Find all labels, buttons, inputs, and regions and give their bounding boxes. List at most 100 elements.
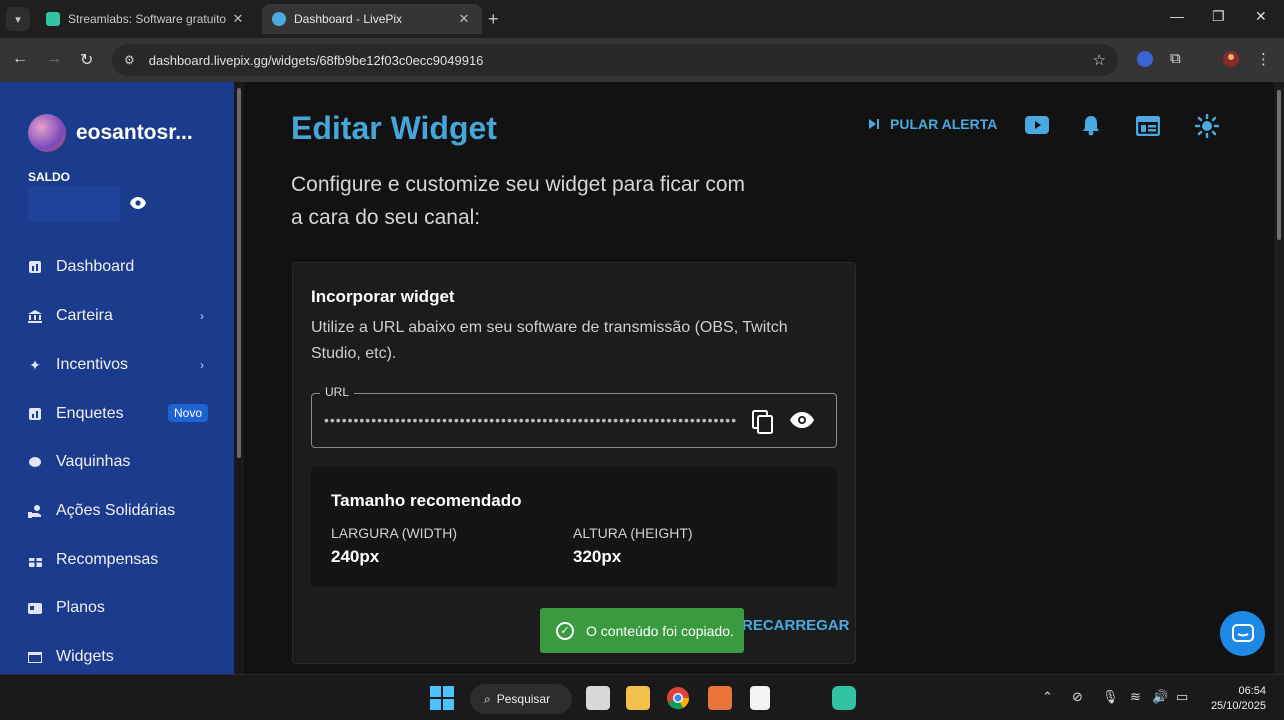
- show-url-eye-icon[interactable]: [790, 412, 814, 433]
- forward-icon[interactable]: →: [46, 50, 62, 68]
- extension-icon[interactable]: [1136, 50, 1156, 70]
- theme-sun-icon[interactable]: [1195, 114, 1219, 138]
- chevron-right-icon: ›: [200, 309, 204, 323]
- gift-icon: [28, 553, 42, 567]
- recommended-size-title: Tamanho recomendado: [331, 491, 522, 510]
- page-title: Editar Widget: [291, 110, 497, 146]
- microphone-icon[interactable]: 🎙: [1102, 689, 1119, 705]
- poll-icon: [28, 407, 42, 421]
- sidebar-item-label: Recompensas: [56, 551, 159, 568]
- sidebar-item-planos[interactable]: Planos: [28, 594, 208, 622]
- card-title: Incorporar widget: [311, 287, 455, 306]
- minimize-icon[interactable]: —: [1170, 8, 1184, 24]
- show-balance-eye-icon[interactable]: [130, 196, 146, 214]
- file-icon[interactable]: [586, 686, 610, 710]
- copied-toast: ✓ O conteúdo foi copiado.: [540, 608, 744, 653]
- sparkle-icon: ✦: [29, 356, 41, 373]
- sidebar-item-label: Carteira: [56, 307, 113, 324]
- tab-title: Streamlabs: Software gratuito d: [68, 12, 230, 26]
- search-icon: ⌕: [484, 691, 491, 706]
- volume-icon[interactable]: 🔊: [1152, 689, 1168, 705]
- profile[interactable]: eosantosr...: [28, 114, 193, 152]
- time: 06:54: [1238, 685, 1266, 697]
- sidebar-item-acoes-solidarias[interactable]: Ações Solidárias: [28, 497, 208, 525]
- sidebar-item-widgets[interactable]: Widgets: [28, 643, 208, 671]
- sidebar-item-carteira[interactable]: Carteira ›: [28, 302, 208, 330]
- height-column: ALTURA (HEIGHT) 320px: [573, 525, 693, 567]
- back-icon[interactable]: ←: [12, 50, 28, 68]
- layout-icon[interactable]: [1136, 116, 1160, 136]
- tab-livepix[interactable]: Dashboard - LivePix ✕: [262, 4, 482, 34]
- screen: ▾ Streamlabs: Software gratuito d ✕ Dash…: [0, 0, 1284, 720]
- sidebar-item-dashboard[interactable]: Dashboard: [28, 253, 208, 281]
- main-content: Editar Widget Configure e customize seu …: [244, 82, 1274, 674]
- browser-menu-icon[interactable]: ⋮: [1256, 50, 1276, 70]
- sidebar-item-recompensas[interactable]: Recompensas: [28, 546, 208, 574]
- app-icon[interactable]: [708, 686, 732, 710]
- saldo-label: SALDO: [28, 170, 70, 184]
- browser-tab-bar: ▾ Streamlabs: Software gratuito d ✕ Dash…: [0, 0, 1284, 38]
- tab-streamlabs[interactable]: Streamlabs: Software gratuito d ✕: [36, 4, 256, 34]
- battery-icon[interactable]: ▭: [1176, 689, 1188, 705]
- close-window-icon[interactable]: ✕: [1255, 8, 1267, 25]
- chrome-icon[interactable]: [666, 686, 690, 710]
- height-label: ALTURA (HEIGHT): [573, 525, 693, 541]
- sidebar-item-incentivos[interactable]: ✦ Incentivos ›: [28, 351, 208, 379]
- new-tab-icon[interactable]: +: [488, 9, 499, 30]
- clock[interactable]: 06:54 25/10/2025: [1204, 684, 1266, 714]
- sidebar-item-label: Incentivos: [56, 356, 129, 373]
- reload-button[interactable]: RECARREGAR: [742, 617, 850, 634]
- recommended-size-panel: Tamanho recomendado LARGURA (WIDTH) 240p…: [311, 467, 837, 587]
- url-field-label: URL: [320, 385, 355, 399]
- date: 25/10/2025: [1210, 700, 1266, 712]
- copy-icon[interactable]: [752, 410, 774, 439]
- reload-icon[interactable]: ↻: [80, 50, 93, 70]
- tray-overflow-icon[interactable]: ⌃: [1042, 689, 1053, 705]
- width-column: LARGURA (WIDTH) 240px: [331, 525, 457, 567]
- bookmark-star-icon[interactable]: ☆: [1093, 51, 1106, 69]
- restore-icon[interactable]: ❐: [1212, 8, 1225, 25]
- close-tab-icon[interactable]: ✕: [230, 11, 246, 27]
- skip-next-icon: [869, 119, 879, 129]
- wifi-icon[interactable]: ≋: [1130, 689, 1141, 705]
- search-label: Pesquisar: [496, 692, 551, 706]
- avatar: [28, 114, 66, 152]
- check-circle-icon: ✓: [556, 621, 574, 640]
- sidebar: eosantosr... SALDO Dashboard Carteira › …: [0, 82, 234, 674]
- card-description: Utilize a URL abaixo em seu software de …: [311, 319, 788, 362]
- card-icon: [28, 601, 42, 615]
- skip-alert-button[interactable]: PULAR ALERTA: [868, 116, 997, 132]
- piggy-icon: [28, 455, 42, 469]
- masked-url-value: ••••••••••••••••••••••••••••••••••••••••…: [324, 412, 736, 428]
- skip-alert-label: PULAR ALERTA: [890, 116, 998, 132]
- sidebar-item-label: Planos: [56, 599, 105, 616]
- taskbar-search[interactable]: ⌕ Pesquisar: [470, 684, 572, 714]
- notepad-icon[interactable]: [750, 686, 770, 710]
- widget-url-field[interactable]: URL ••••••••••••••••••••••••••••••••••••…: [311, 385, 837, 448]
- youtube-icon[interactable]: [1025, 116, 1049, 134]
- new-badge: Novo: [168, 404, 209, 422]
- network-off-icon[interactable]: ⊘: [1072, 689, 1083, 705]
- close-tab-icon[interactable]: ✕: [456, 11, 472, 27]
- sidebar-scrollbar[interactable]: [234, 82, 244, 674]
- sidebar-item-label: Dashboard: [56, 258, 135, 275]
- chart-icon: [28, 260, 42, 274]
- chat-support-button[interactable]: [1220, 611, 1265, 656]
- width-value: 240px: [331, 547, 380, 566]
- sidebar-item-label: Ações Solidárias: [56, 502, 176, 519]
- windows-start-icon[interactable]: [430, 686, 454, 710]
- chevron-right-icon: ›: [200, 358, 204, 372]
- height-value: 320px: [573, 547, 622, 566]
- extensions-puzzle-icon[interactable]: ⧉: [1170, 50, 1190, 70]
- sidebar-item-enquetes[interactable]: Enquetes Novo: [28, 400, 209, 428]
- site-settings-icon[interactable]: ⚙: [124, 53, 135, 67]
- streamlabs-icon[interactable]: [832, 686, 856, 710]
- file-explorer-icon[interactable]: [626, 686, 650, 710]
- notification-bell-icon[interactable]: [1081, 114, 1101, 136]
- tab-search-button[interactable]: ▾: [6, 7, 30, 31]
- sidebar-item-label: Widgets: [56, 648, 114, 665]
- main-scrollbar[interactable]: [1274, 82, 1284, 674]
- url-input[interactable]: ⚙ dashboard.livepix.gg/widgets/68fb9be12…: [112, 44, 1118, 76]
- sidebar-item-vaquinhas[interactable]: Vaquinhas: [28, 448, 208, 476]
- profile-avatar-icon[interactable]: [1222, 50, 1242, 70]
